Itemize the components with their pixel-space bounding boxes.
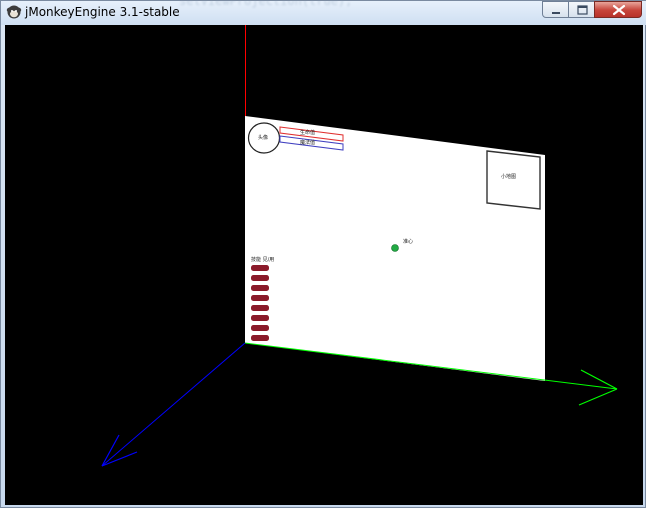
avatar-label: 头像 [258, 134, 268, 141]
skill-slot[interactable] [251, 335, 269, 341]
app-window: jMonkeyEngine 3.1-stable setViewProjecti… [0, 0, 646, 508]
z-axis-line [101, 342, 246, 467]
jmonkey-logo-icon [6, 5, 22, 19]
skill-slot[interactable] [251, 295, 269, 301]
title-bar[interactable]: jMonkeyEngine 3.1-stable setViewProjecti… [1, 0, 646, 25]
minimap-label: 小地图 [501, 173, 516, 180]
skill-slot[interactable] [251, 305, 269, 311]
mana-bar-label: 魔法值 [300, 139, 315, 146]
window-title: jMonkeyEngine 3.1-stable [25, 5, 180, 19]
skill-slot[interactable] [251, 265, 269, 271]
maximize-button[interactable] [568, 1, 595, 18]
close-button[interactable] [594, 1, 642, 18]
background-code-snippet: setViewProjection(true); [179, 0, 353, 8]
x-axis-arrowhead [578, 369, 618, 406]
skill-slot[interactable] [251, 325, 269, 331]
close-icon [612, 4, 626, 16]
render-viewport[interactable]: 头像 生命值 魔法值 小地图 准心 技能 见/用 [5, 25, 643, 505]
crosshair-icon [391, 244, 399, 252]
skill-slot[interactable] [251, 315, 269, 321]
skill-slot[interactable] [251, 275, 269, 281]
skill-slot[interactable] [251, 285, 269, 291]
skills-label: 技能 见/用 [251, 256, 274, 263]
maximize-icon [577, 5, 588, 15]
health-bar-label: 生命值 [300, 129, 315, 136]
crosshair-label: 准心 [403, 238, 413, 245]
minimize-icon [552, 12, 560, 14]
scene-canvas[interactable]: 头像 生命值 魔法值 小地图 准心 技能 见/用 [5, 25, 643, 505]
minimize-button[interactable] [542, 1, 569, 18]
